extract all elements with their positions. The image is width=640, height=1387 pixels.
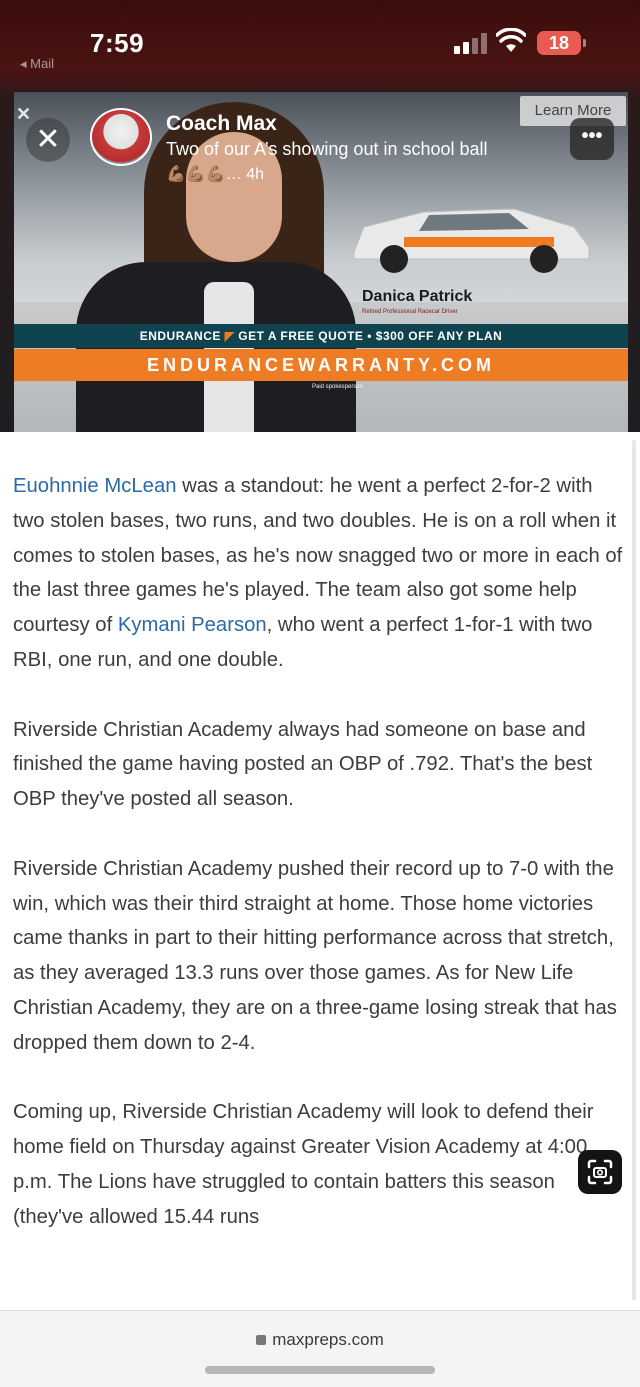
story-viewer-area: 7:59 ◂ Mail 18 Danica Patrick Retired Pr… bbox=[0, 0, 640, 432]
ad-brand: ENDURANCE bbox=[139, 329, 221, 343]
lock-icon bbox=[256, 1335, 267, 1345]
wifi-icon bbox=[496, 28, 526, 52]
ad-offer-bar: ENDURANCE ◤ GET A FREE QUOTE • $300 OFF … bbox=[14, 324, 628, 348]
url-domain[interactable]: maxpreps.com bbox=[272, 1330, 383, 1349]
ad-brand-mark-icon: ◤ bbox=[224, 329, 235, 343]
battery-icon: 18 bbox=[537, 31, 581, 55]
race-car-image bbox=[353, 208, 590, 273]
player-link-euohnnie-mclean[interactable]: Euohnnie McLean bbox=[13, 475, 177, 497]
ad-close-icon[interactable]: ✕ bbox=[16, 104, 31, 125]
article-paragraph: Riverside Christian Academy always had s… bbox=[13, 718, 593, 811]
battery-tip bbox=[583, 39, 586, 47]
cellular-signal-icon bbox=[454, 32, 488, 54]
ad-url: ENDURANCEWARRANTY.COM bbox=[14, 349, 628, 381]
home-indicator[interactable] bbox=[205, 1366, 435, 1374]
back-to-mail-link[interactable]: ◂ Mail bbox=[20, 56, 54, 72]
url-display[interactable]: maxpreps.com bbox=[0, 1330, 640, 1350]
live-text-scan-button[interactable] bbox=[578, 1150, 622, 1194]
story-close-button[interactable]: ✕ bbox=[26, 118, 70, 162]
article-paragraph: Riverside Christian Academy pushed their… bbox=[13, 857, 617, 1054]
player-link-kymani-pearson[interactable]: Kymani Pearson bbox=[118, 614, 267, 636]
avatar[interactable] bbox=[90, 108, 152, 166]
story-reactions-timestamp: 💪🏽💪🏽💪🏽… 4h bbox=[166, 166, 265, 183]
status-time: 7:59 bbox=[90, 28, 145, 58]
scrollbar[interactable] bbox=[632, 440, 636, 1300]
ad-spokesperson-name: Danica Patrick bbox=[362, 288, 473, 305]
ad-paid-note: Paid spokesperson bbox=[312, 384, 364, 390]
article-text: was a standout: he went a perfect 2-for-… bbox=[13, 475, 623, 637]
article-paragraph: Coming up, Riverside Christian Academy w… bbox=[13, 1101, 594, 1228]
story-caption: Two of our A’s showing out in school bal… bbox=[166, 139, 488, 159]
more-options-button[interactable]: ••• bbox=[570, 118, 614, 160]
article-body: Euohnnie McLean was a standout: he went … bbox=[13, 469, 625, 1269]
ad-spokesperson-title: Retired Professional Racecar Driver bbox=[362, 309, 458, 315]
scan-icon bbox=[587, 1159, 613, 1185]
story-username[interactable]: Coach Max bbox=[166, 112, 277, 136]
ad-offer: GET A FREE QUOTE • $300 OFF ANY PLAN bbox=[238, 329, 503, 343]
article-paragraph: Euohnnie McLean was a standout: he went … bbox=[13, 469, 625, 678]
